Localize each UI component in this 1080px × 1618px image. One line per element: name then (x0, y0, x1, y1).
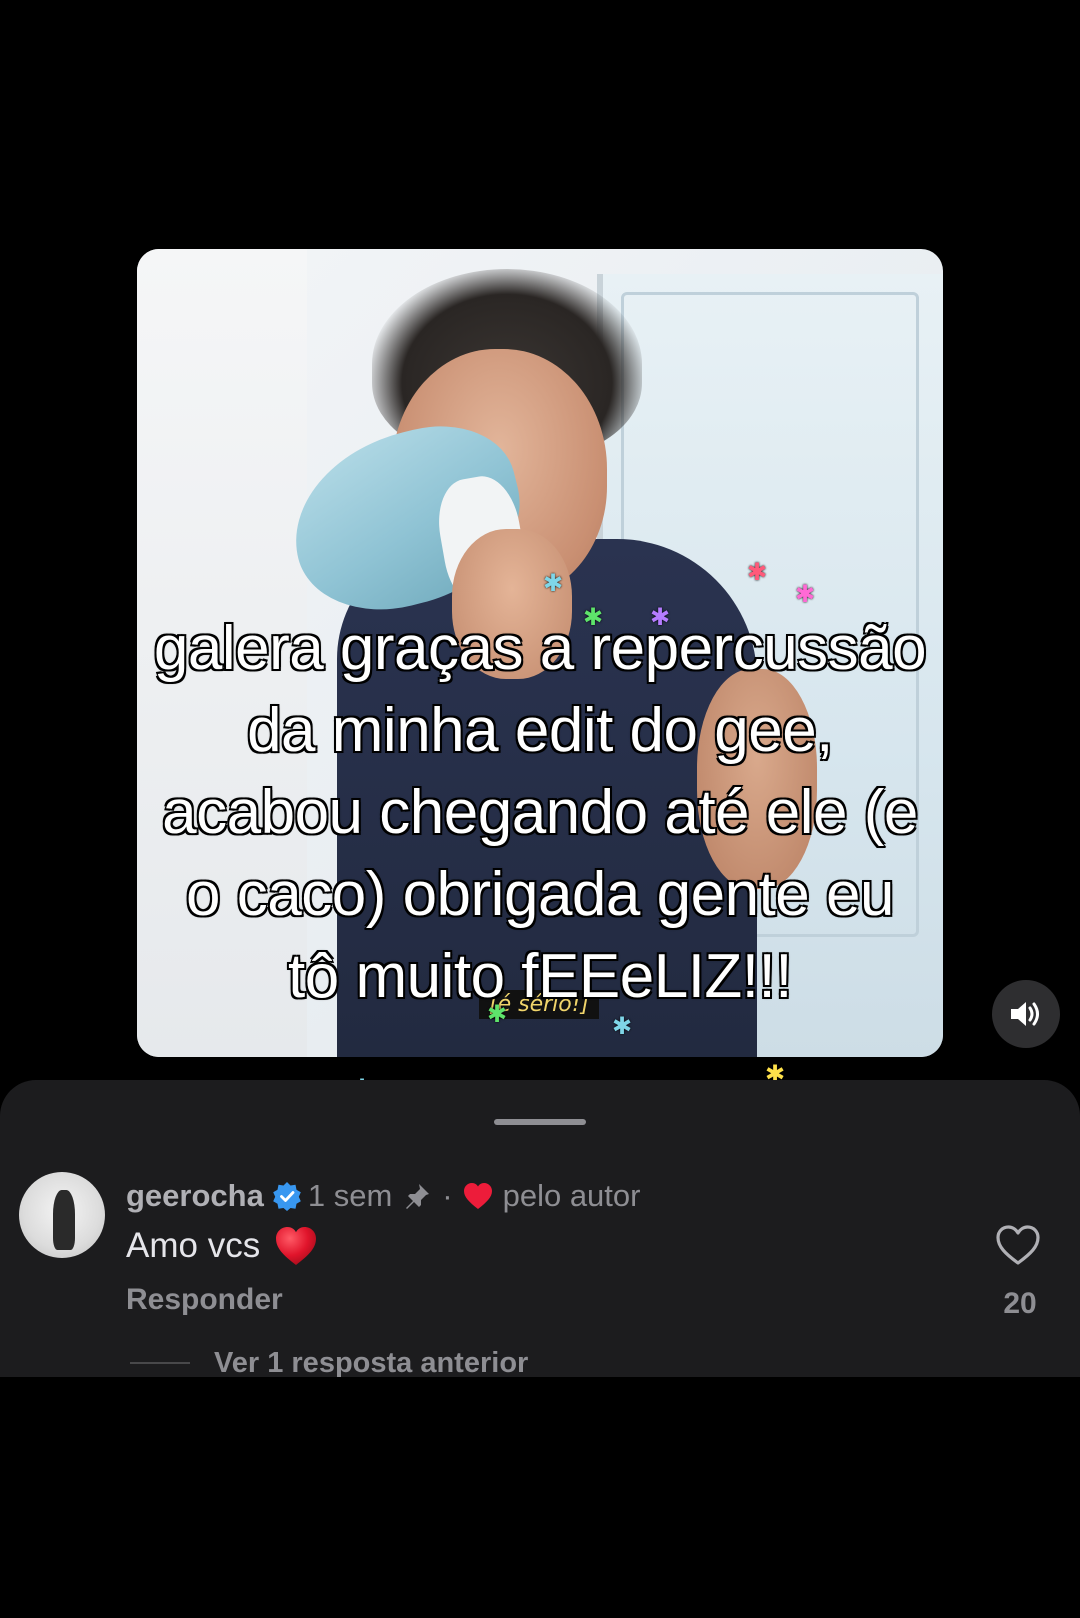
sheet-drag-handle[interactable] (494, 1119, 586, 1125)
sparkle-icon: ✱ (543, 570, 564, 597)
view-replies-label: Ver 1 resposta anterior (214, 1346, 529, 1379)
meta-separator: · (442, 1178, 453, 1213)
comment-time: 1 sem (307, 1178, 393, 1213)
speaker-volume-icon (1011, 1002, 1039, 1026)
pin-icon (406, 1184, 430, 1209)
reply-button[interactable]: Responder (126, 1283, 283, 1317)
avatar[interactable] (19, 1172, 105, 1258)
comment-body: Amo vcs (126, 1225, 318, 1267)
sparkle-icon: ✱ (612, 1013, 633, 1040)
red-heart-icon (463, 1183, 492, 1209)
replies-divider (130, 1362, 190, 1364)
caption-overlay: galera graças a repercussão da minha edi… (90, 608, 990, 1018)
liked-by-author-label: pelo autor (502, 1178, 641, 1213)
red-heart-emoji (274, 1225, 318, 1267)
volume-button[interactable] (992, 980, 1060, 1048)
caption-line: acabou chegando até ele (e (161, 777, 919, 848)
like-count: 20 (1003, 1287, 1037, 1320)
view-replies-button[interactable]: Ver 1 resposta anterior (130, 1346, 528, 1380)
heart-outline-icon[interactable] (995, 1224, 1041, 1266)
comment-meta: geerocha 1 sem · pelo autor (126, 1176, 640, 1216)
sparkle-icon: ✱ (795, 581, 816, 608)
comment-text: Amo vcs (126, 1226, 261, 1265)
sparkle-icon: ✱ (747, 559, 768, 586)
verified-badge-icon (272, 1181, 302, 1211)
caption-line: tô muito fEEeLIZ!!! (287, 941, 793, 1012)
caption-line: o caco) obrigada gente eu (185, 859, 895, 930)
bottom-black-area (0, 1377, 1080, 1618)
caption-line: galera graças a repercussão (153, 613, 928, 684)
comment-username[interactable]: geerocha (126, 1178, 264, 1214)
caption-line: da minha edit do gee, (246, 695, 834, 766)
